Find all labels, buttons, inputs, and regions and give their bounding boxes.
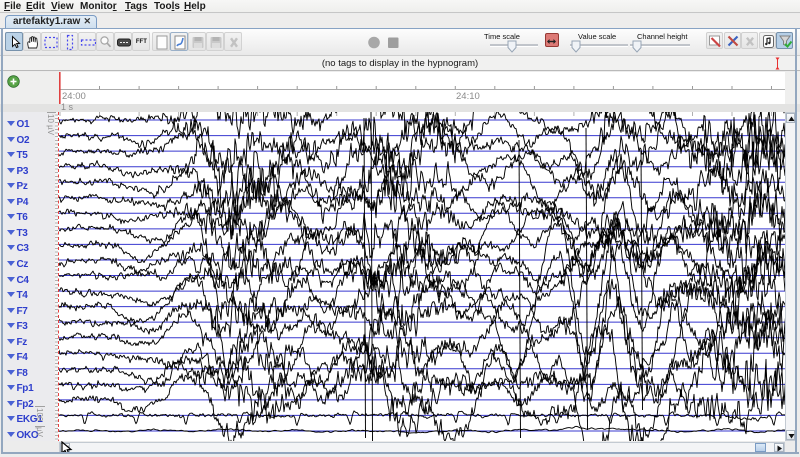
svg-text:24:10: 24:10 [456, 91, 480, 102]
svg-text:24:00: 24:00 [62, 91, 86, 102]
